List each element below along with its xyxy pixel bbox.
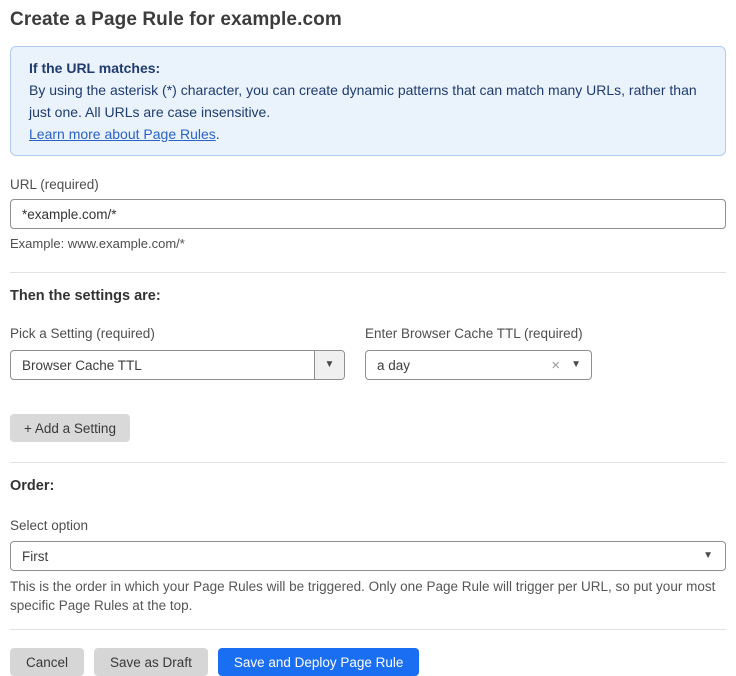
url-match-info-box: If the URL matches: By using the asteris… — [10, 46, 726, 156]
pick-setting-column: Pick a Setting (required) Browser Cache … — [10, 326, 345, 380]
save-and-deploy-button[interactable]: Save and Deploy Page Rule — [218, 648, 420, 676]
pick-setting-label: Pick a Setting (required) — [10, 326, 345, 341]
info-box-heading: If the URL matches: — [29, 57, 707, 79]
order-help-text: This is the order in which your Page Rul… — [10, 577, 726, 615]
add-setting-button[interactable]: + Add a Setting — [10, 414, 130, 442]
order-select-value: First — [22, 549, 703, 564]
link-period: . — [216, 126, 220, 142]
learn-more-page-rules-link[interactable]: Learn more about Page Rules — [29, 126, 216, 142]
url-field-label: URL (required) — [10, 177, 726, 192]
cancel-button[interactable]: Cancel — [10, 648, 84, 676]
cache-ttl-column: Enter Browser Cache TTL (required) a day… — [365, 326, 592, 380]
cache-ttl-select[interactable]: a day × ▼ — [365, 350, 592, 380]
cache-ttl-label: Enter Browser Cache TTL (required) — [365, 326, 592, 341]
pick-setting-value: Browser Cache TTL — [11, 351, 314, 379]
info-box-link-line: Learn more about Page Rules. — [29, 123, 707, 145]
pick-setting-select[interactable]: Browser Cache TTL ▼ — [10, 350, 345, 380]
order-select-label: Select option — [10, 518, 726, 533]
settings-section-heading: Then the settings are: — [10, 288, 726, 304]
divider — [10, 629, 726, 630]
caret-down-icon: ▼ — [571, 360, 581, 370]
url-example-text: Example: www.example.com/* — [10, 236, 726, 251]
clear-selection-icon[interactable]: × — [551, 358, 560, 373]
info-box-body: By using the asterisk (*) character, you… — [29, 79, 707, 123]
cache-ttl-value: a day — [377, 358, 540, 373]
url-input[interactable] — [10, 199, 726, 229]
caret-down-icon: ▼ — [703, 551, 713, 561]
divider — [10, 462, 726, 463]
page-title: Create a Page Rule for example.com — [10, 8, 726, 31]
caret-down-icon: ▼ — [325, 360, 335, 370]
order-section-heading: Order: — [10, 478, 726, 494]
save-as-draft-button[interactable]: Save as Draft — [94, 648, 208, 676]
settings-row: Pick a Setting (required) Browser Cache … — [10, 326, 726, 380]
order-select[interactable]: First ▼ — [10, 541, 726, 571]
pick-setting-arrow-button[interactable]: ▼ — [314, 351, 344, 379]
create-page-rule-form: Create a Page Rule for example.com If th… — [0, 0, 736, 676]
form-actions: Cancel Save as Draft Save and Deploy Pag… — [10, 648, 726, 676]
divider — [10, 272, 726, 273]
